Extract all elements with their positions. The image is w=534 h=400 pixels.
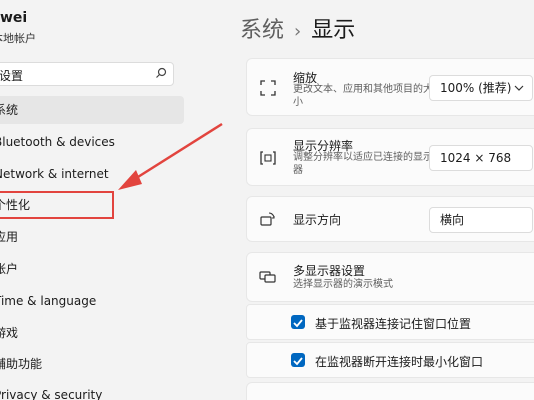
scale-value: 100% (推荐) (440, 81, 512, 95)
search-input[interactable] (0, 63, 151, 87)
sidebar-item-label: 系统 (0, 103, 19, 117)
sidebar-item-label: 帐户 (0, 262, 19, 276)
sidebar-item-bluetooth[interactable]: Bluetooth & devices (0, 128, 184, 156)
breadcrumb: 系统 › 显示 (240, 12, 355, 44)
multi-display-card[interactable]: 多显示器设置 选择显示器的演示模式 (246, 252, 534, 302)
search-icon (156, 67, 167, 78)
resolution-description: 调整分辨率以适应已连接的显示器 (293, 152, 433, 176)
multi-display-title: 多显示器设置 (293, 264, 366, 278)
resolution-card[interactable]: 显示分辨率 调整分辨率以适应已连接的显示器 1024 × 768 (246, 128, 534, 186)
page-title: 显示 (311, 18, 356, 43)
sidebar: wei 本地帐户 系统 Bluetooth & devices Network … (0, 0, 240, 400)
sidebar-item-privacy[interactable]: Privacy & security (0, 381, 184, 400)
sidebar-item-time-language[interactable]: Time & language (0, 287, 184, 315)
orientation-title: 显示方向 (293, 213, 342, 227)
scale-icon (260, 80, 276, 96)
sidebar-item-label: 游戏 (0, 326, 19, 340)
remember-windows-checkbox[interactable] (291, 315, 305, 329)
orientation-dropdown[interactable]: 横向 (429, 207, 533, 233)
orientation-value: 横向 (440, 213, 465, 227)
chevron-down-icon (514, 85, 524, 91)
scale-description: 更改文本、应用和其他项目的大小 (293, 84, 433, 108)
minimize-windows-label: 在监视器断开连接时最小化窗口 (315, 355, 484, 369)
sidebar-item-label: Network & internet (0, 167, 109, 181)
sidebar-item-label: Time & language (0, 294, 97, 308)
sidebar-item-network[interactable]: Network & internet (0, 160, 184, 188)
scale-dropdown[interactable]: 100% (推荐) (429, 75, 533, 101)
remember-windows-row[interactable]: 基于监视器连接记住窗口位置 (246, 304, 534, 340)
orientation-icon (260, 212, 275, 226)
checkmark-icon (293, 319, 303, 328)
checkmark-icon (293, 357, 303, 366)
resolution-icon (260, 151, 276, 165)
breadcrumb-separator: › (294, 21, 302, 42)
orientation-card[interactable]: 显示方向 横向 (246, 196, 534, 242)
sidebar-item-label: Bluetooth & devices (0, 135, 115, 149)
resolution-value: 1024 × 768 (440, 151, 512, 165)
sidebar-item-apps[interactable]: 应用 (0, 223, 184, 251)
breadcrumb-parent[interactable]: 系统 (240, 18, 284, 43)
account-type: 本地帐户 (0, 32, 36, 45)
minimize-windows-row[interactable]: 在监视器断开连接时最小化窗口 (246, 342, 534, 378)
minimize-windows-checkbox[interactable] (291, 353, 305, 367)
multi-display-description: 选择显示器的演示模式 (293, 279, 393, 290)
scale-card[interactable]: 缩放 更改文本、应用和其他项目的大小 100% (推荐) (246, 58, 534, 116)
settings-window: wei 本地帐户 系统 Bluetooth & devices Network … (0, 0, 534, 400)
remember-windows-label: 基于监视器连接记住窗口位置 (315, 317, 472, 331)
next-setting-card[interactable] (246, 382, 534, 400)
multi-display-icon (259, 271, 276, 283)
user-name: wei (0, 10, 28, 26)
sidebar-item-label: 应用 (0, 230, 19, 244)
sidebar-item-label: Privacy & security (0, 388, 103, 400)
sidebar-item-system[interactable]: 系统 (0, 96, 184, 124)
resolution-dropdown[interactable]: 1024 × 768 (429, 145, 533, 171)
sidebar-item-accounts[interactable]: 帐户 (0, 255, 184, 283)
annotation-highlight-box (0, 191, 114, 219)
sidebar-item-label: 辅助功能 (0, 357, 43, 371)
search-box[interactable] (0, 62, 174, 87)
sidebar-item-gaming[interactable]: 游戏 (0, 319, 184, 347)
sidebar-item-accessibility[interactable]: 辅助功能 (0, 350, 184, 378)
